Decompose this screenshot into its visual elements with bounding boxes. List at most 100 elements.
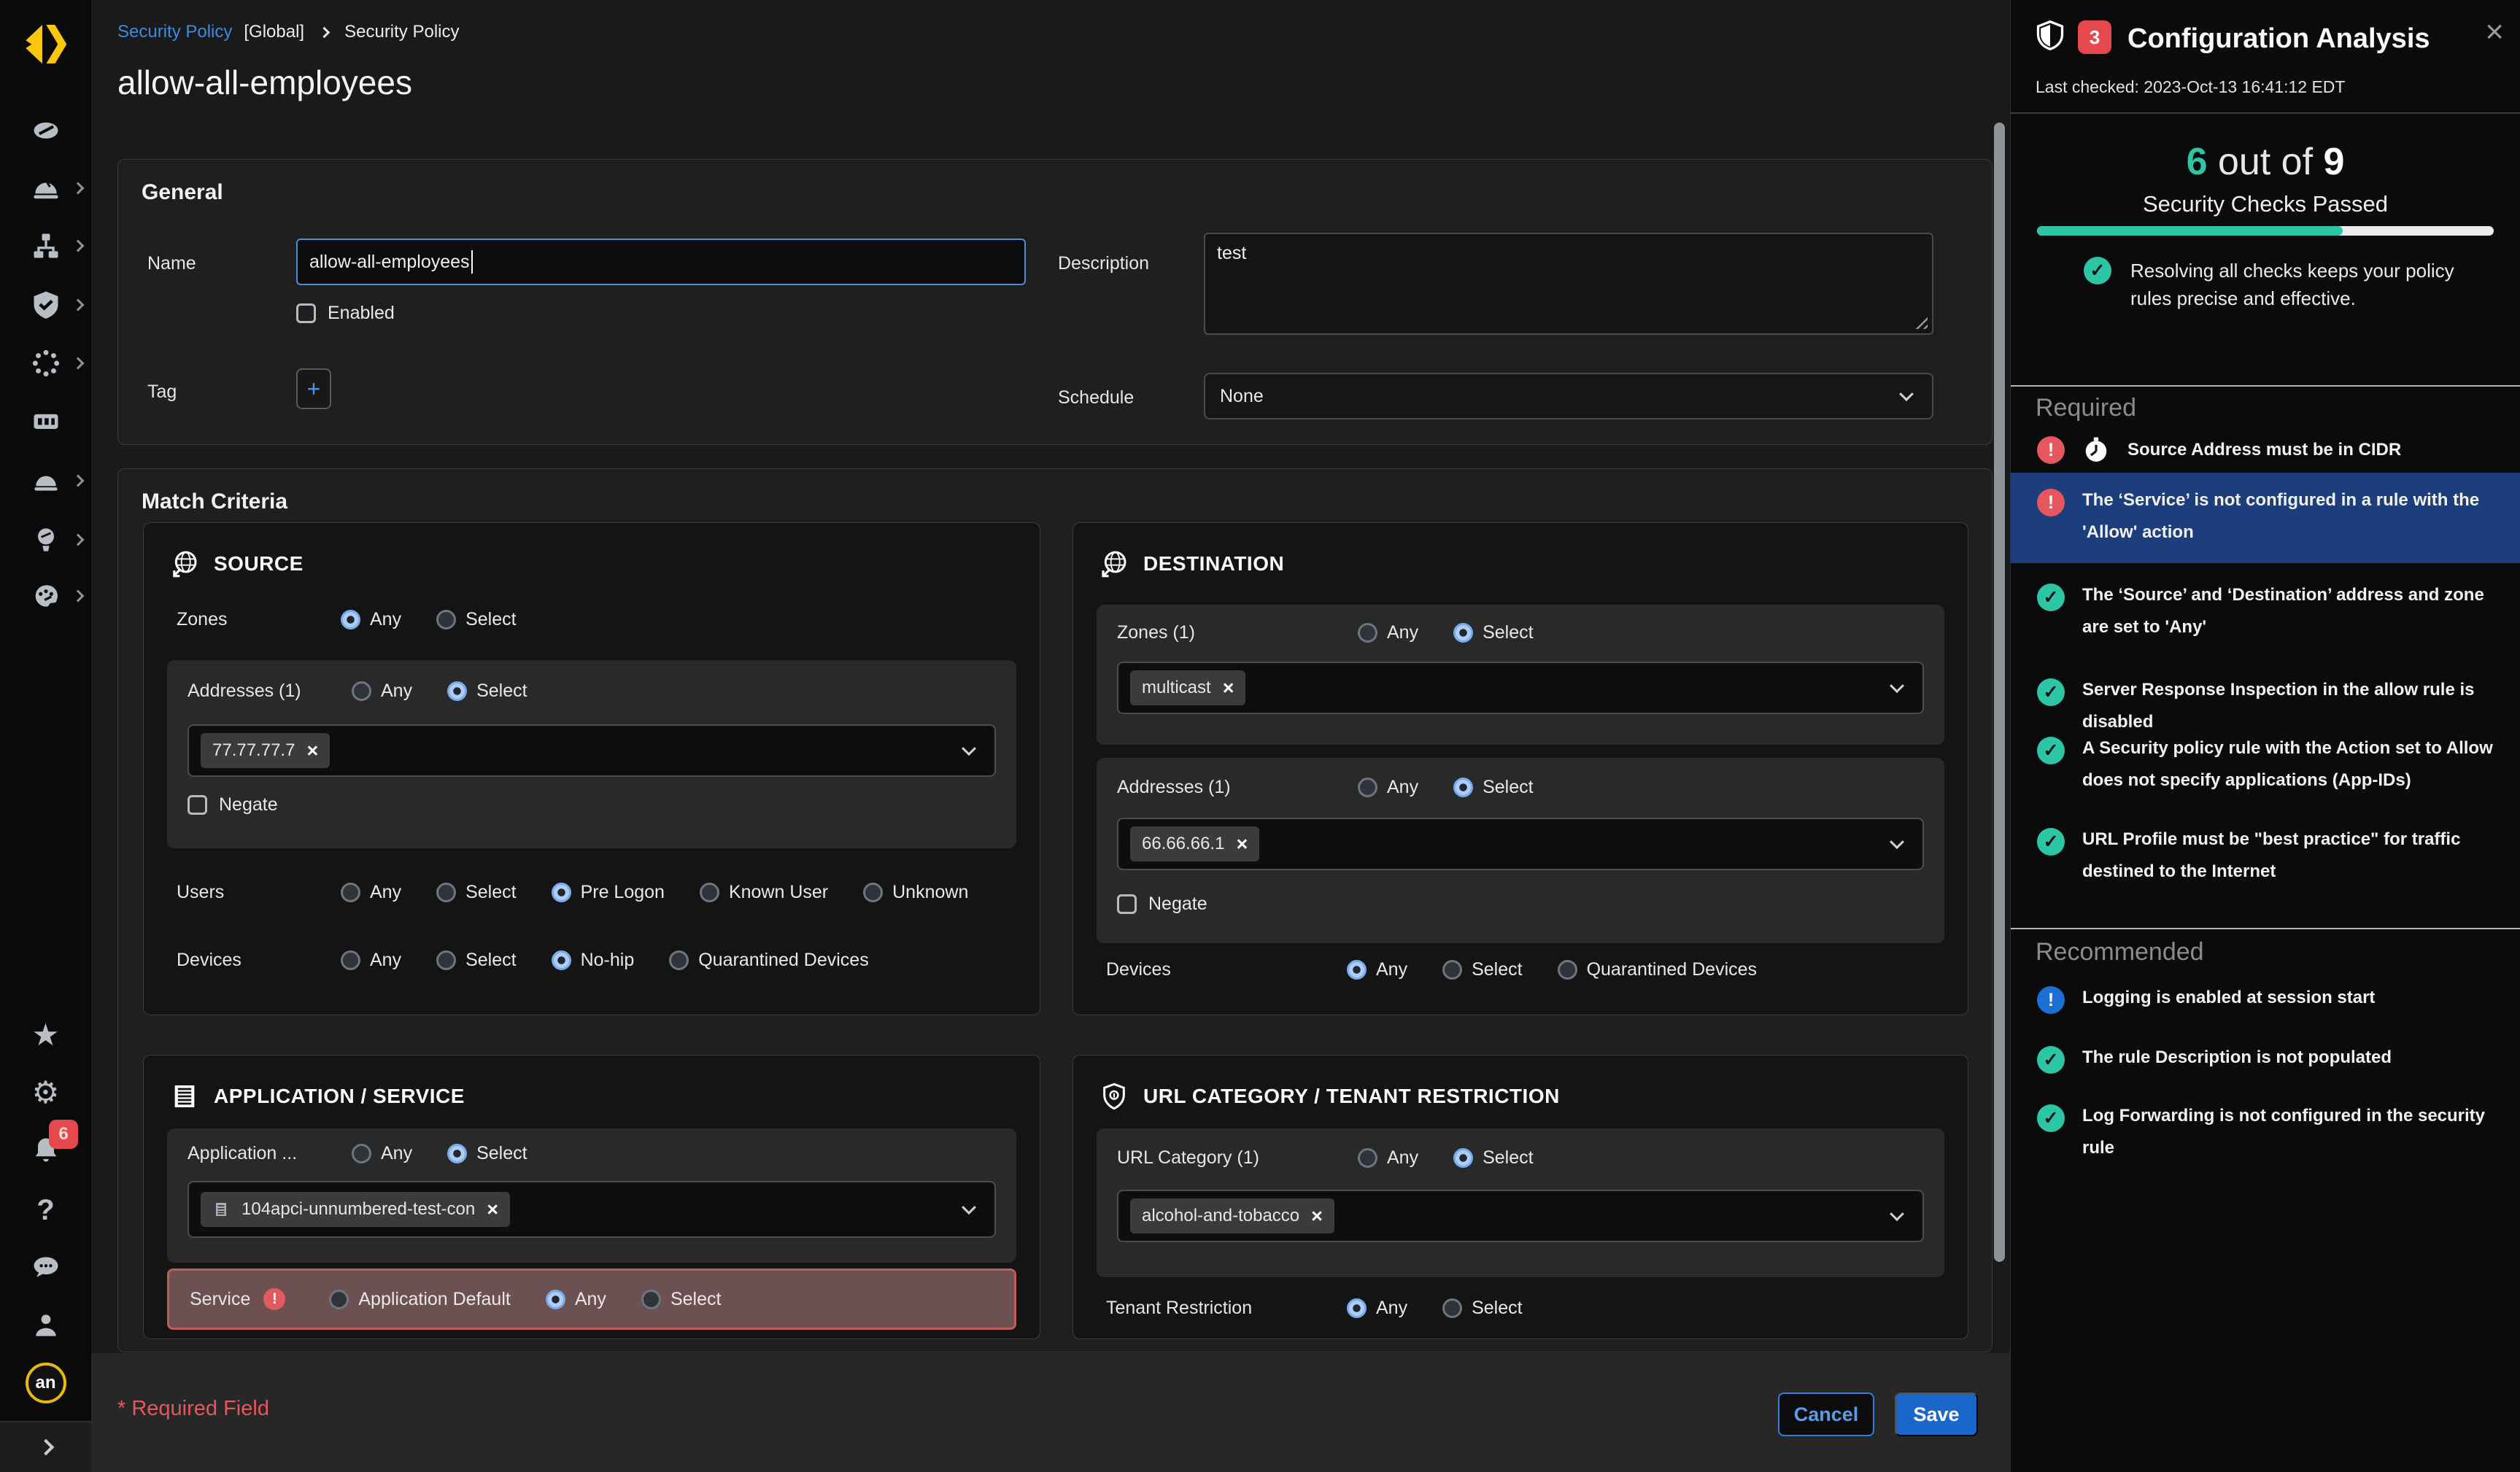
source-address-dropdown[interactable]: 77.77.77.7 × [188,724,996,777]
application-label: Application ... [188,1143,352,1164]
radio-devices-select[interactable]: Select [436,950,516,971]
radio-tenant-any[interactable]: Any [1347,1298,1407,1319]
negate-checkbox[interactable] [188,795,207,815]
resize-grip-icon[interactable] [1914,316,1928,329]
negate-checkbox[interactable] [1117,894,1137,914]
destination-zone-dropdown[interactable]: multicast × [1117,662,1924,714]
radio-users-select[interactable]: Select [436,882,516,903]
radio-dzones-select[interactable]: Select [1453,622,1533,643]
radio-users-unknown[interactable]: Unknown [863,882,968,903]
palo-alto-logo-icon[interactable] [22,25,69,66]
enabled-checkbox-row[interactable]: Enabled [296,303,395,324]
close-icon[interactable]: × [2485,16,2504,48]
save-button[interactable]: Save [1895,1392,1978,1436]
check-item[interactable]: ✓ Log Forwarding is not configured in th… [2037,1104,2507,1164]
radio-addresses-select[interactable]: Select [447,681,527,702]
sidebar-item-account[interactable]: an [0,1360,91,1406]
application-chip: 104apci-unnumbered-test-con × [201,1192,510,1227]
name-input[interactable]: allow-all-employees [296,239,1026,285]
remove-chip-icon[interactable]: × [487,1200,498,1220]
sidebar-item-panels[interactable] [0,398,91,444]
sidebar-item-network[interactable] [0,222,91,269]
radio-url-any[interactable]: Any [1358,1147,1418,1169]
application-service-section: APPLICATION / SERVICE Application ... An… [143,1055,1040,1339]
chevron-right-icon [72,590,85,603]
remove-chip-icon[interactable]: × [1236,834,1248,854]
sidebar-item-security[interactable] [0,282,91,328]
radio-service-select[interactable]: Select [641,1289,721,1310]
radio-service-any[interactable]: Any [546,1289,606,1310]
chevron-right-icon [72,475,85,487]
radio-addresses-any[interactable]: Any [352,681,412,702]
radio-daddr-any[interactable]: Any [1358,777,1418,798]
check-item[interactable]: ✓ The rule Description is not populated [2037,1046,2507,1074]
tenant-restriction-row: Tenant Restriction Any Select [1106,1298,1946,1319]
radio-daddr-select[interactable]: Select [1453,777,1533,798]
radio-ddevices-any[interactable]: Any [1347,959,1407,980]
destination-address-dropdown[interactable]: 66.66.66.1 × [1117,818,1924,870]
check-item-highlighted[interactable]: ! The ‘Service’ is not configured in a r… [2011,473,2520,563]
sidebar-item-notifications[interactable]: 6 [0,1127,91,1174]
radio-users-known-user[interactable]: Known User [700,882,828,903]
radio-users-pre-logon[interactable]: Pre Logon [552,882,665,903]
error-icon: ! [263,1288,285,1310]
main-content: Security Policy [Global] Security Policy… [91,0,2010,1472]
help-icon: ? [36,1196,54,1225]
radio-service-app-default[interactable]: Application Default [329,1289,510,1310]
address-chip: 66.66.66.1 × [1130,826,1259,861]
radio-app-any[interactable]: Any [352,1143,412,1164]
chevron-right-icon [72,357,85,370]
sidebar-item-insights[interactable] [0,516,91,563]
description-textarea[interactable]: test [1204,233,1933,335]
source-negate-row[interactable]: Negate [188,794,278,816]
sidebar-item-alerts[interactable] [0,457,91,504]
check-item[interactable]: ✓ URL Profile must be "best practice" fo… [2037,828,2507,888]
radio-url-select[interactable]: Select [1453,1147,1533,1169]
sidebar-item-settings[interactable]: ⚙ [0,1069,91,1116]
sidebar-item-user[interactable] [0,1302,91,1349]
radio-devices-quarantined[interactable]: Quarantined Devices [669,950,868,971]
sidebar-item-chat[interactable] [0,1244,91,1291]
radio-zones-select[interactable]: Select [436,609,516,630]
main-scrollbar[interactable] [1994,123,2005,1262]
add-tag-button[interactable]: + [296,368,331,409]
destination-title: DESTINATION [1143,552,1284,576]
remove-chip-icon[interactable]: × [1311,1206,1323,1226]
divider [2011,385,2520,387]
check-icon: ✓ [2084,257,2111,284]
info-icon: ! [2037,986,2065,1014]
cancel-button[interactable]: Cancel [1778,1392,1874,1436]
radio-ddevices-quarantined[interactable]: Quarantined Devices [1558,959,1757,980]
tenant-restriction-label: Tenant Restriction [1106,1298,1347,1319]
breadcrumb-scope: [Global] [244,22,304,42]
radio-devices-any[interactable]: Any [341,950,401,971]
url-category-dropdown[interactable]: alcohol-and-tobacco × [1117,1190,1924,1242]
radio-devices-no-hip[interactable]: No-hip [552,950,635,971]
sidebar-expand-button[interactable] [0,1422,91,1472]
radio-ddevices-select[interactable]: Select [1442,959,1522,980]
sidebar-item-help[interactable]: ? [0,1187,91,1233]
radio-users-any[interactable]: Any [341,882,401,903]
sidebar-item-dashboard[interactable] [0,106,91,153]
sidebar-item-reports[interactable] [0,573,91,619]
check-item[interactable]: ✓ The ‘Source’ and ‘Destination’ address… [2037,584,2507,643]
sidebar-item-services[interactable] [0,340,91,387]
radio-tenant-select[interactable]: Select [1442,1298,1522,1319]
check-item[interactable]: ! Logging is enabled at session start [2037,986,2507,1014]
radio-dzones-any[interactable]: Any [1358,622,1418,643]
remove-chip-icon[interactable]: × [306,741,318,761]
sidebar-item-incidents[interactable] [0,165,91,212]
check-item[interactable]: ✓ A Security policy rule with the Action… [2037,737,2507,797]
enabled-checkbox[interactable] [296,303,316,323]
schedule-select[interactable]: None [1204,373,1933,419]
destination-negate-row[interactable]: Negate [1117,894,1207,915]
check-item[interactable]: ✓ Server Response Inspection in the allo… [2037,678,2507,738]
source-header: SOURCE [170,549,304,578]
application-dropdown[interactable]: 104apci-unnumbered-test-con × [188,1181,996,1238]
radio-app-select[interactable]: Select [447,1143,527,1164]
devices-label: Devices [1106,959,1347,980]
radio-zones-any[interactable]: Any [341,609,401,630]
remove-chip-icon[interactable]: × [1223,678,1234,698]
breadcrumb-link[interactable]: Security Policy [117,22,232,42]
sidebar-item-favorites[interactable]: ★ [0,1012,91,1058]
